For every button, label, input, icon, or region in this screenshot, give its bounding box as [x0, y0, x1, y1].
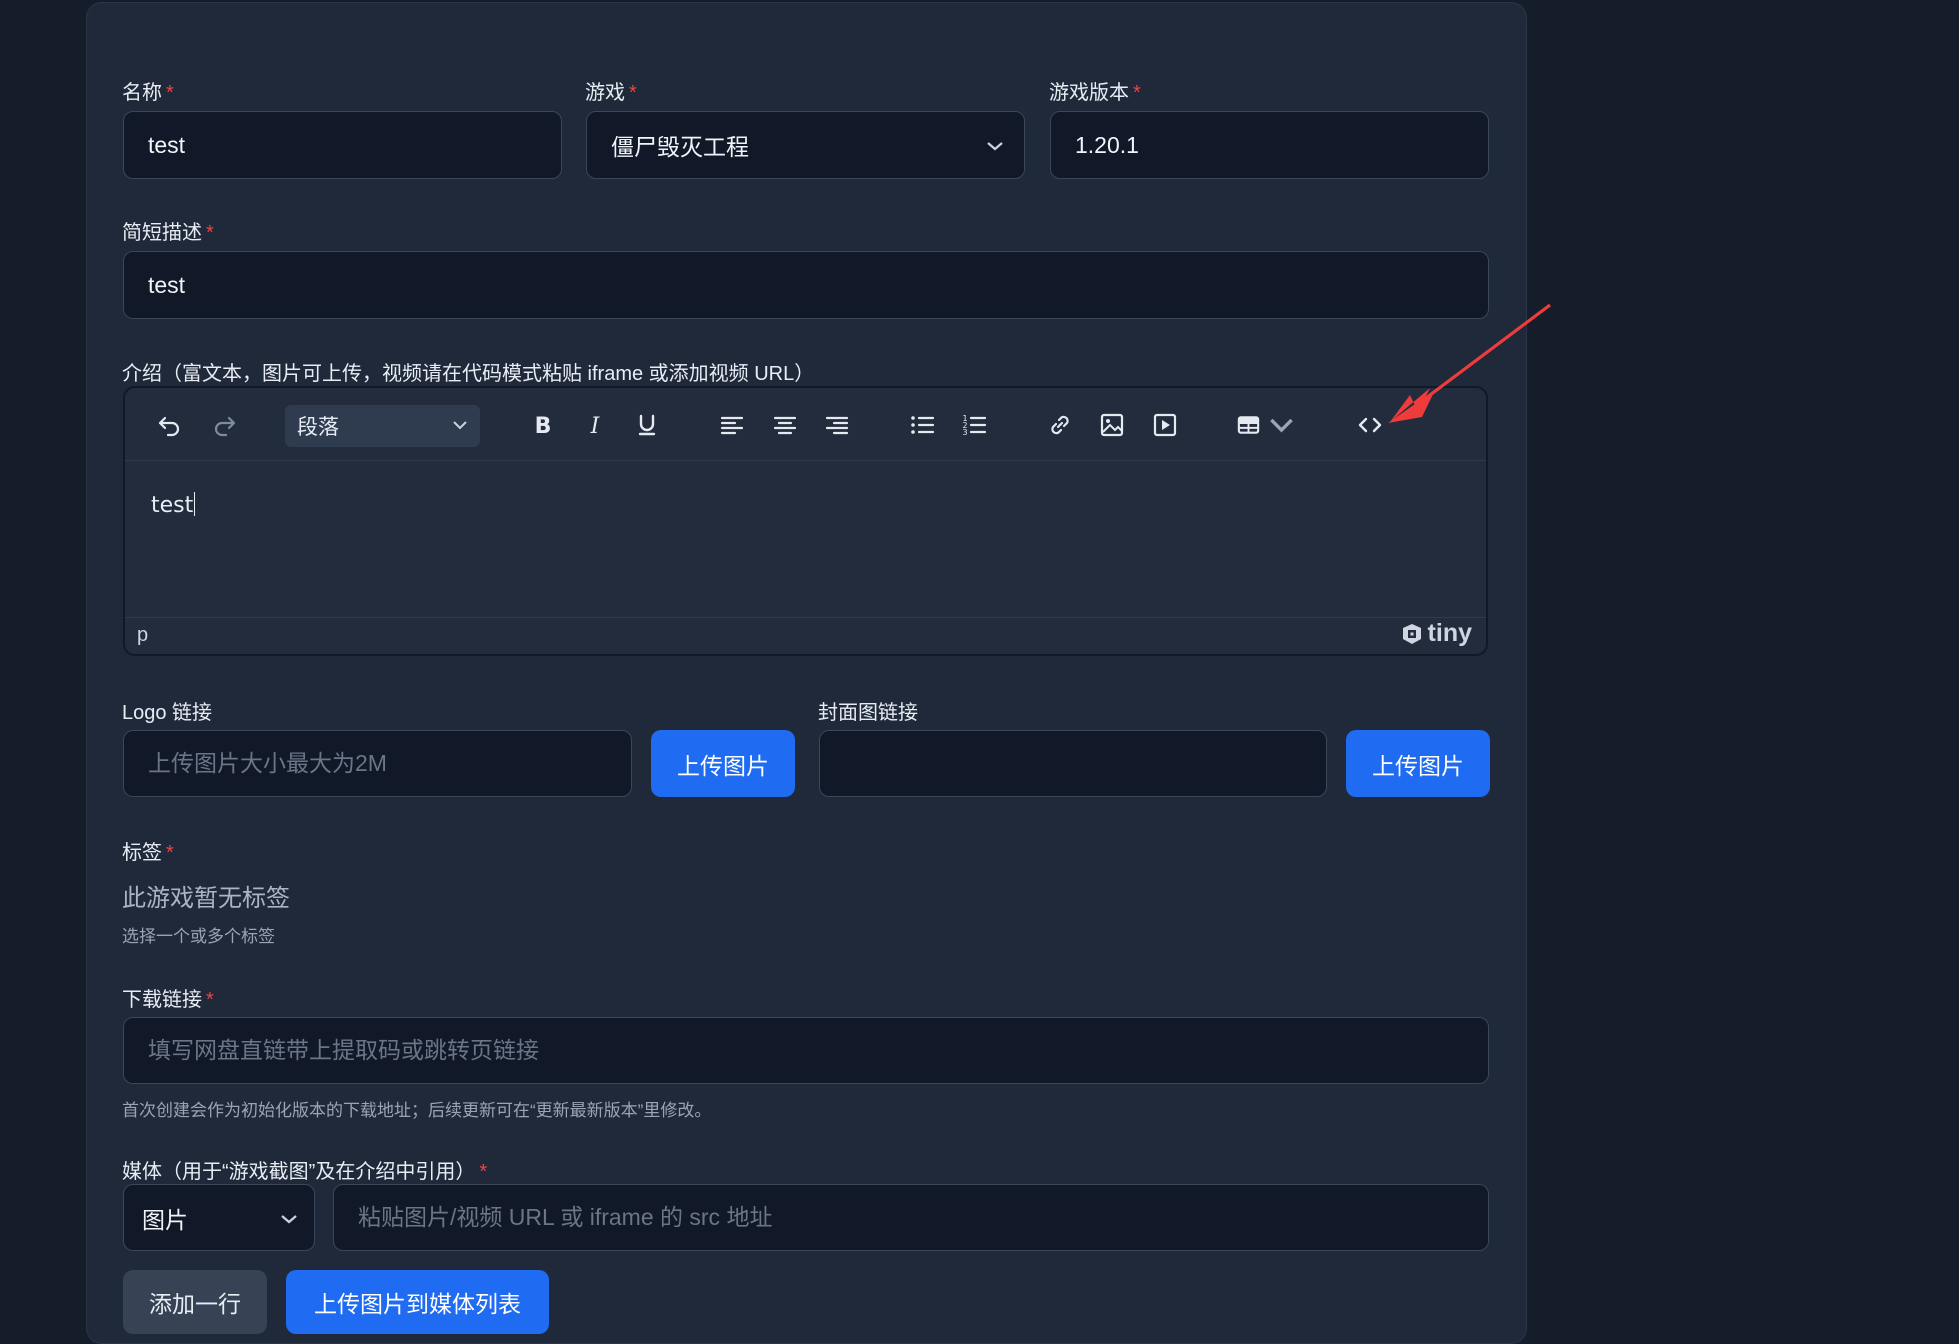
- text-caret: [194, 492, 196, 516]
- tiny-brand-text: tiny: [1427, 619, 1472, 647]
- undo-button[interactable]: [155, 410, 185, 440]
- italic-icon: I: [590, 414, 601, 439]
- underline-icon: [638, 414, 656, 436]
- bold-button[interactable]: B: [528, 410, 558, 440]
- add-row-button[interactable]: 添加一行: [123, 1270, 267, 1334]
- block-format-select[interactable]: 段落: [285, 405, 480, 447]
- cover-url-input[interactable]: [819, 730, 1327, 797]
- editor-statusbar: p tiny: [125, 617, 1486, 654]
- editor-toolbar: 段落 B I 123: [125, 388, 1486, 461]
- editor-text: test: [151, 493, 194, 518]
- game-select-value: 僵尸毁灭工程: [611, 134, 749, 160]
- cover-upload-button[interactable]: 上传图片: [1346, 730, 1490, 797]
- italic-button[interactable]: I: [580, 410, 610, 440]
- link-button[interactable]: [1045, 410, 1075, 440]
- download-help: 首次创建会作为初始化版本的下载地址；后续更新可在“更新最新版本”里修改。: [122, 1101, 712, 1120]
- align-center-icon: [773, 416, 797, 435]
- short-desc-input[interactable]: [123, 251, 1489, 319]
- chevron-down-icon: [987, 142, 1003, 151]
- element-path[interactable]: p: [137, 624, 148, 647]
- chevron-down-icon: [1270, 418, 1293, 433]
- upload-media-button[interactable]: 上传图片到媒体列表: [286, 1270, 549, 1334]
- bullet-list-button[interactable]: [907, 410, 937, 440]
- logo-label: Logo 链接: [122, 702, 213, 724]
- tags-empty-text: 此游戏暂无标签: [122, 885, 290, 912]
- download-label: 下载链接 *: [122, 989, 214, 1011]
- redo-button[interactable]: [209, 410, 239, 440]
- media-type-value: 图片: [142, 1206, 188, 1233]
- media-type-select[interactable]: 图片: [123, 1184, 315, 1251]
- short-desc-label: 简短描述 *: [122, 222, 214, 244]
- logo-upload-button[interactable]: 上传图片: [651, 730, 795, 797]
- align-right-button[interactable]: [822, 410, 852, 440]
- media-label: 媒体（用于“游戏截图”及在介绍中引用） *: [122, 1161, 488, 1183]
- annotation-arrow-icon: [1388, 303, 1551, 423]
- image-button[interactable]: [1097, 410, 1127, 440]
- rich-text-editor: 段落 B I 123 test p tiny: [123, 386, 1488, 656]
- align-center-button[interactable]: [770, 410, 800, 440]
- name-input[interactable]: [123, 111, 562, 179]
- tags-help: 选择一个或多个标签: [122, 927, 275, 946]
- underline-button[interactable]: [632, 410, 662, 440]
- chevron-down-icon: [453, 421, 467, 430]
- game-select[interactable]: 僵尸毁灭工程: [586, 111, 1025, 179]
- download-url-input[interactable]: [123, 1017, 1489, 1084]
- svg-text:3: 3: [962, 428, 967, 437]
- tiny-brand-link[interactable]: tiny: [1400, 619, 1472, 648]
- svg-text:B: B: [535, 414, 552, 439]
- game-version-label: 游戏版本 *: [1049, 82, 1141, 104]
- image-icon: [1100, 413, 1124, 437]
- game-version-input[interactable]: [1050, 111, 1489, 179]
- align-left-icon: [720, 416, 744, 435]
- numbered-list-button[interactable]: 123: [959, 410, 989, 440]
- bold-icon: B: [535, 414, 552, 439]
- game-label: 游戏 *: [585, 82, 637, 104]
- bullet-list-icon: [911, 416, 935, 434]
- align-right-icon: [825, 416, 849, 435]
- editor-content[interactable]: test: [151, 492, 196, 518]
- table-icon: [1237, 416, 1260, 434]
- logo-url-input[interactable]: [123, 730, 632, 797]
- form-card: [86, 2, 1527, 1344]
- link-icon: [1051, 415, 1069, 435]
- tags-label: 标签 *: [122, 842, 174, 864]
- align-left-button[interactable]: [717, 410, 747, 440]
- cover-label: 封面图链接: [818, 702, 918, 724]
- numbered-list-icon: 123: [962, 414, 987, 437]
- media-url-input[interactable]: [333, 1184, 1489, 1251]
- media-icon: [1153, 413, 1177, 437]
- undo-icon: [158, 416, 180, 437]
- chevron-down-icon: [281, 1215, 297, 1224]
- intro-label: 介绍（富文本，图片可上传，视频请在代码模式粘贴 iframe 或添加视频 URL…: [122, 363, 815, 385]
- table-button[interactable]: [1235, 410, 1295, 440]
- redo-icon: [214, 416, 236, 437]
- tiny-logo-icon: [1402, 623, 1421, 644]
- block-format-value: 段落: [297, 416, 339, 439]
- media-button[interactable]: [1150, 410, 1180, 440]
- name-label: 名称 *: [122, 82, 174, 104]
- svg-text:I: I: [590, 414, 601, 439]
